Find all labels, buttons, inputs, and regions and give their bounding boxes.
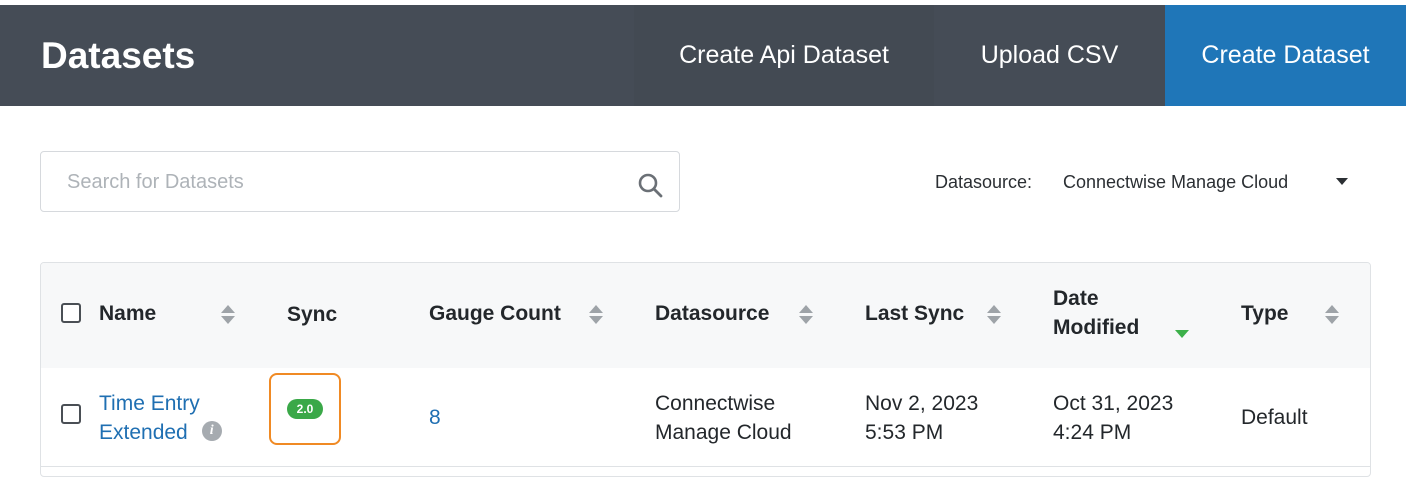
last-sync-cell: Nov 2, 2023 5:53 PM bbox=[865, 389, 978, 447]
page-title: Datasets bbox=[41, 35, 196, 76]
row-checkbox[interactable] bbox=[61, 404, 81, 424]
upload-csv-button[interactable]: Upload CSV bbox=[934, 5, 1165, 106]
info-icon[interactable]: i bbox=[201, 421, 222, 442]
datasource-cell: Connectwise Manage Cloud bbox=[655, 389, 792, 447]
sort-desc-icon[interactable] bbox=[1175, 330, 1189, 338]
sort-icon[interactable] bbox=[987, 305, 1001, 325]
column-header-name[interactable]: Name bbox=[99, 302, 156, 326]
date-modified-cell: Oct 31, 2023 4:24 PM bbox=[1053, 389, 1173, 447]
search-box bbox=[40, 151, 680, 213]
dataset-name-link-line1[interactable]: Time Entry bbox=[99, 389, 222, 418]
search-input[interactable] bbox=[65, 152, 629, 213]
column-header-gauge-count[interactable]: Gauge Count bbox=[429, 302, 561, 326]
caret-down-icon[interactable] bbox=[1336, 178, 1348, 185]
date-modified-date: Oct 31, 2023 bbox=[1053, 392, 1174, 415]
select-all-checkbox[interactable] bbox=[61, 303, 81, 323]
column-header-date-modified-line2[interactable]: Modified bbox=[1053, 316, 1139, 340]
column-header-datasource[interactable]: Datasource bbox=[655, 302, 769, 326]
datasource-line2: Manage Cloud bbox=[655, 421, 792, 444]
column-header-last-sync[interactable]: Last Sync bbox=[865, 302, 964, 326]
create-api-dataset-button[interactable]: Create Api Dataset bbox=[634, 5, 934, 106]
type-cell: Default bbox=[1241, 406, 1308, 429]
last-sync-date: Nov 2, 2023 bbox=[865, 392, 979, 415]
create-dataset-button[interactable]: Create Dataset bbox=[1165, 5, 1406, 106]
search-icon[interactable] bbox=[637, 172, 663, 198]
dataset-name-link-line2[interactable]: Extended bbox=[99, 421, 188, 444]
sort-icon[interactable] bbox=[589, 305, 603, 325]
column-header-date-modified-line1[interactable]: Date bbox=[1053, 287, 1099, 311]
page-header: Datasets Create Api Dataset Upload CSV C… bbox=[0, 5, 1406, 106]
datasource-line1: Connectwise bbox=[655, 392, 776, 415]
sort-icon[interactable] bbox=[1325, 305, 1339, 325]
table-row: Time Entry Extended i 8 Connectwise Manag… bbox=[41, 368, 1370, 467]
column-header-sync: Sync bbox=[287, 303, 338, 326]
date-modified-time: 4:24 PM bbox=[1053, 421, 1132, 444]
column-header-type[interactable]: Type bbox=[1241, 302, 1288, 326]
sort-icon[interactable] bbox=[221, 305, 235, 325]
sort-icon[interactable] bbox=[799, 305, 813, 325]
gauge-count-link[interactable]: 8 bbox=[429, 403, 441, 432]
sync-version-badge: 2.0 bbox=[287, 399, 323, 419]
datasets-table: Name Sync Gauge Count Datasource Last Sy… bbox=[40, 262, 1371, 477]
datasource-filter-select[interactable]: Connectwise Manage Cloud bbox=[1063, 172, 1288, 193]
dataset-name-cell: Time Entry Extended i bbox=[99, 389, 222, 447]
table-header: Name Sync Gauge Count Datasource Last Sy… bbox=[41, 263, 1370, 369]
datasource-filter-label: Datasource: bbox=[935, 172, 1033, 192]
last-sync-time: 5:53 PM bbox=[865, 421, 944, 444]
